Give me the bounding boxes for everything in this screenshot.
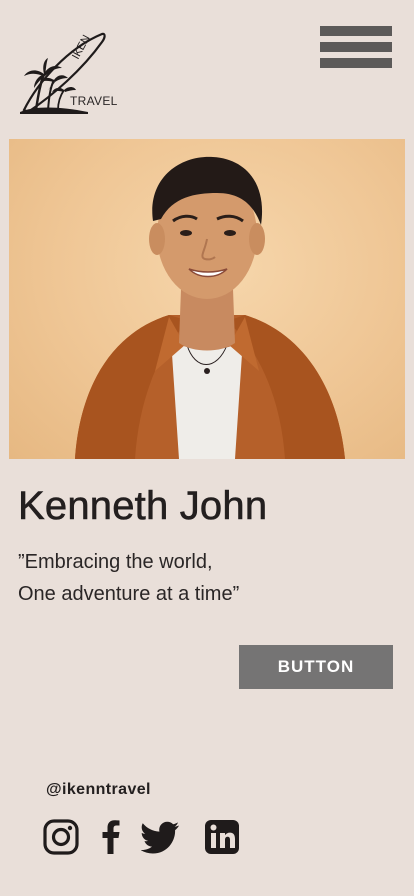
- hamburger-menu-icon[interactable]: [320, 26, 392, 68]
- profile-quote: ”Embracing the world, One adventure at a…: [18, 546, 398, 610]
- logo-word: TRAVEL: [70, 94, 118, 108]
- instagram-icon[interactable]: [43, 818, 79, 856]
- cta-button[interactable]: BUTTON: [239, 645, 393, 689]
- twitter-icon[interactable]: [141, 818, 181, 856]
- profile-photo: [9, 139, 405, 459]
- menu-bar: [320, 26, 392, 36]
- header: IKEN TRAVEL: [0, 0, 414, 130]
- menu-bar: [320, 42, 392, 52]
- portrait-photo: [75, 156, 345, 459]
- brand-logo[interactable]: IKEN TRAVEL: [18, 30, 128, 116]
- quote-line-1: ”Embracing the world,: [18, 551, 213, 573]
- linkedin-icon[interactable]: [205, 818, 239, 856]
- facebook-icon[interactable]: [101, 818, 121, 856]
- menu-bar: [320, 58, 392, 68]
- profile-name: Kenneth John: [18, 484, 268, 529]
- social-handle: @ikenntravel: [46, 781, 151, 798]
- quote-line-2: One adventure at a time”: [18, 583, 240, 605]
